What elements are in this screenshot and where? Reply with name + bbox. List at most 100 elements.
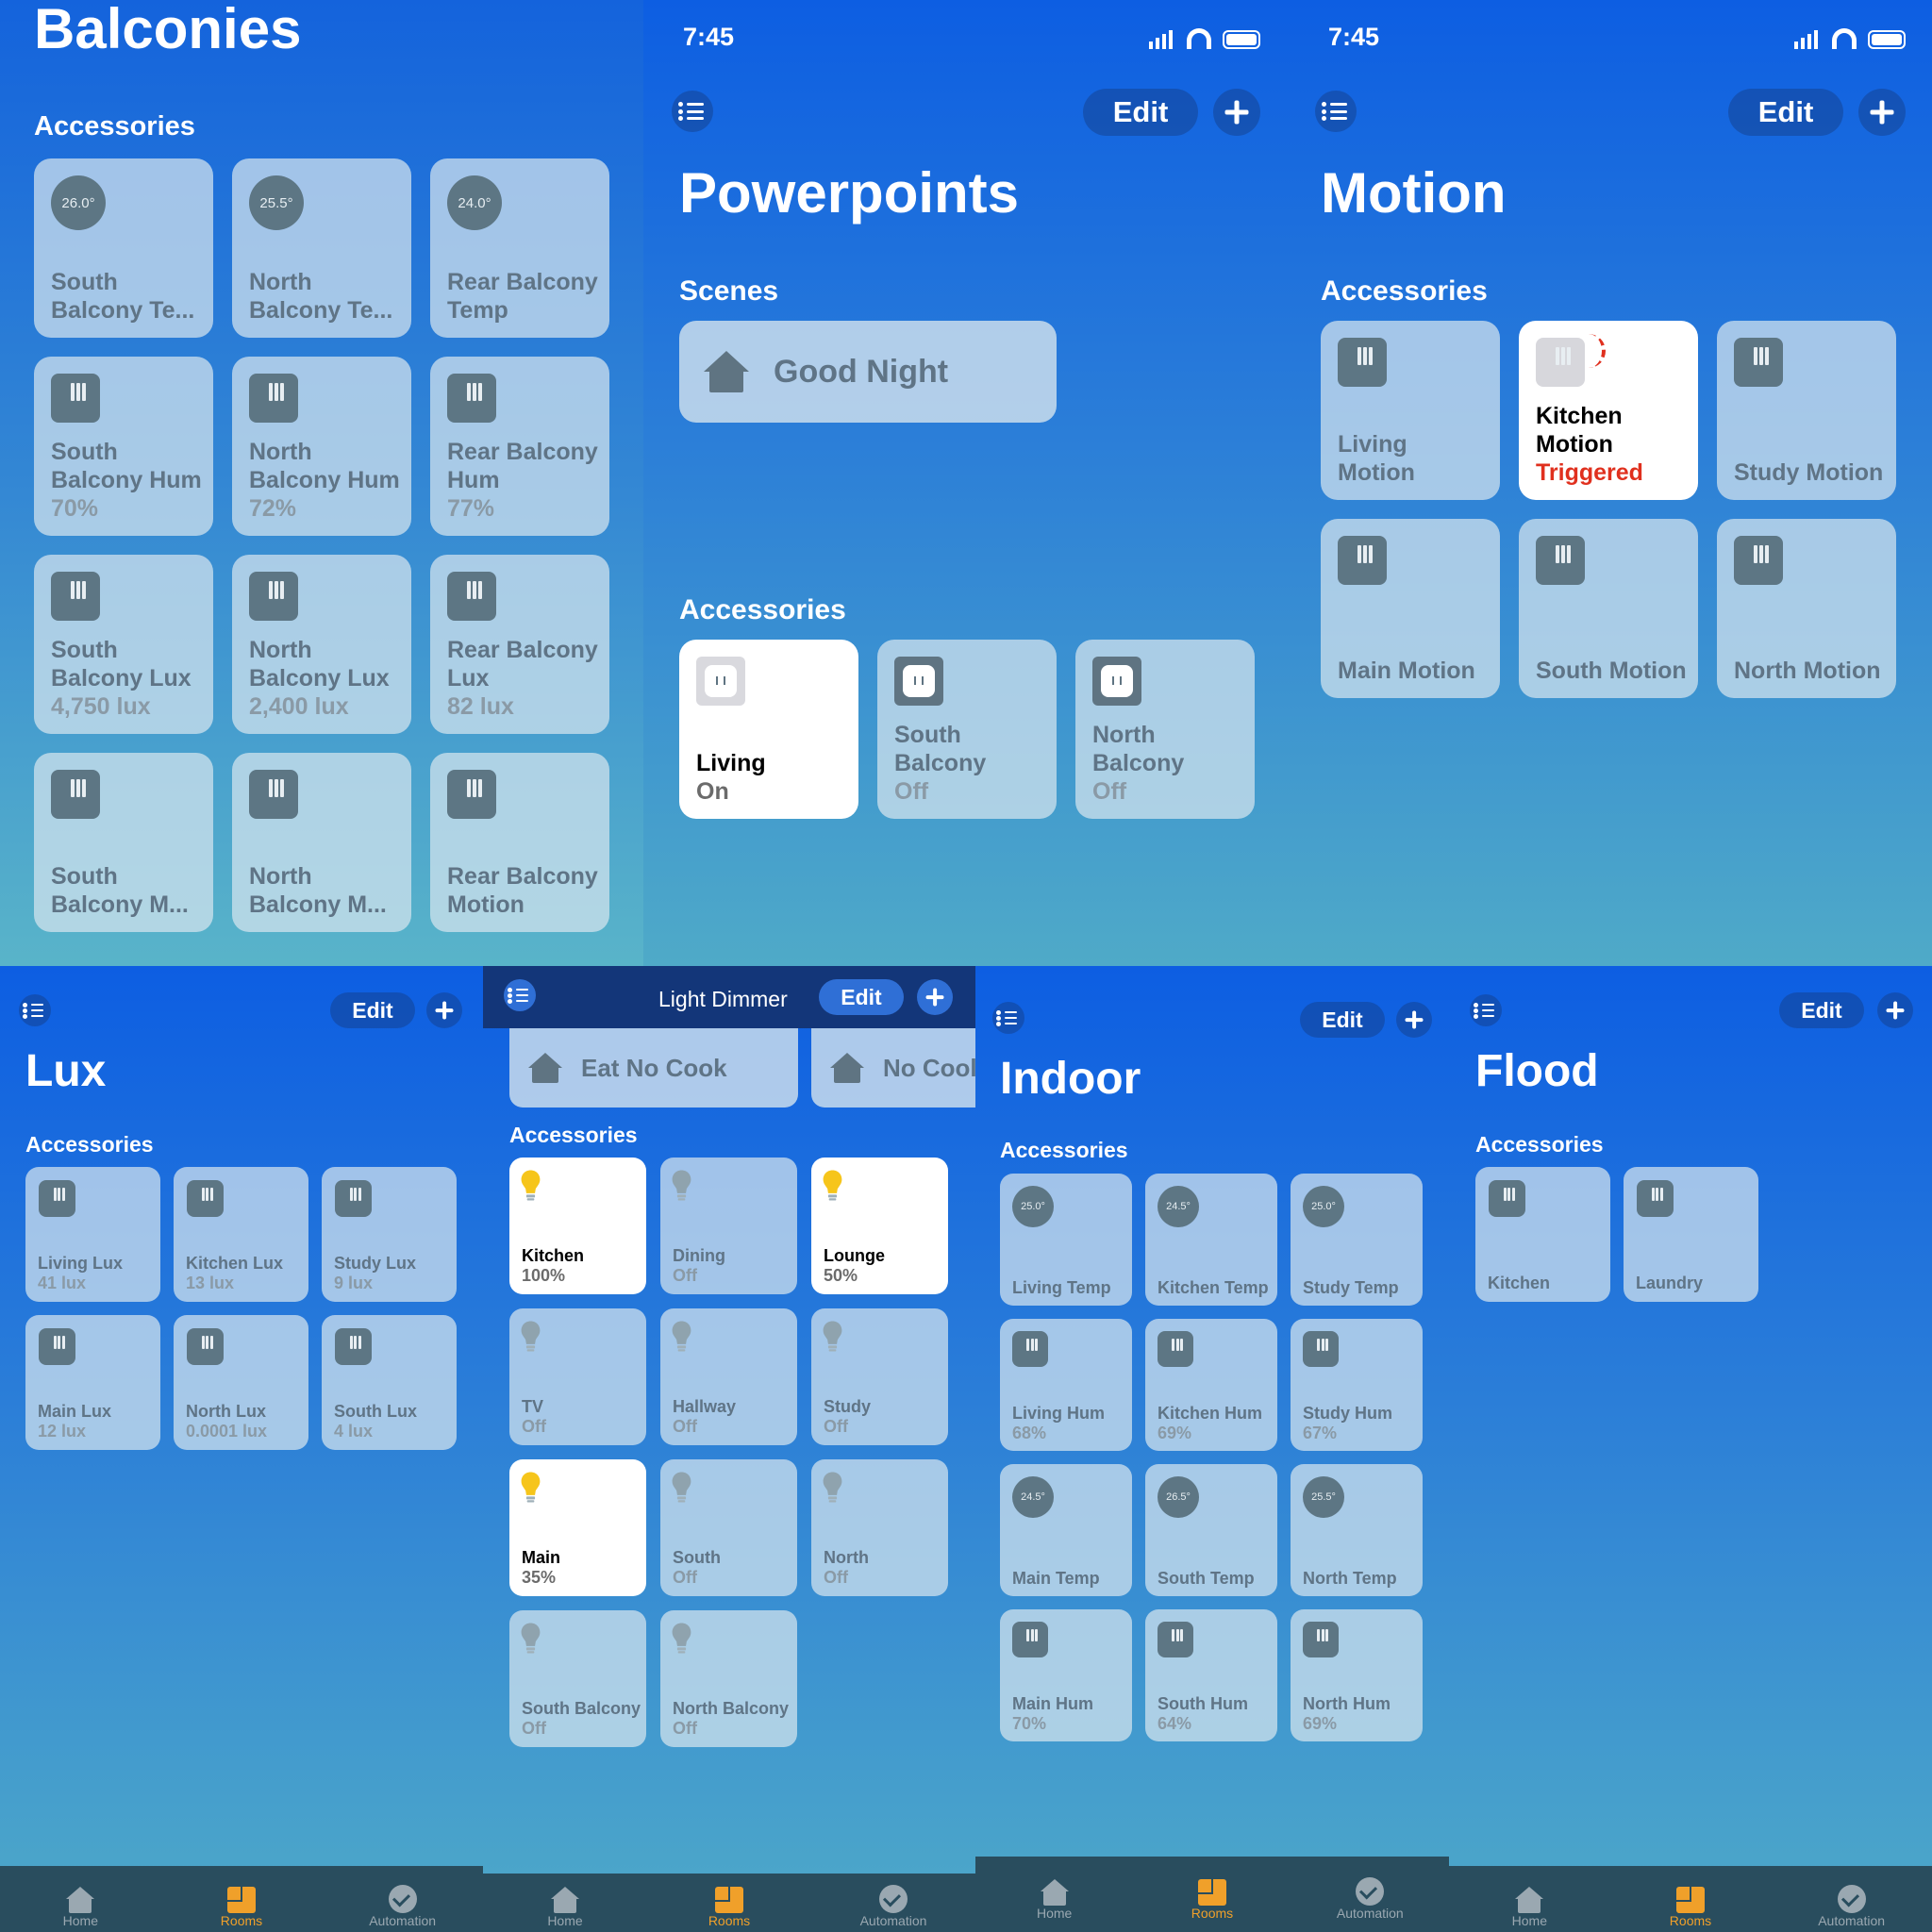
accessory-tile-north-hum[interactable]: North Hum 69% — [1291, 1609, 1423, 1741]
accessory-tile-study-temp[interactable]: 25.0° Study Temp — [1291, 1174, 1423, 1306]
add-button[interactable] — [1858, 89, 1906, 136]
thermometer-dial-icon: 24.5° — [1158, 1186, 1199, 1227]
accessory-tile-living[interactable]: Living On — [679, 640, 858, 819]
list-menu-icon[interactable] — [1470, 994, 1502, 1026]
accessory-status: 2,400 lux — [249, 693, 349, 720]
accessory-tile-main-hum[interactable]: Main Hum 70% — [1000, 1609, 1132, 1741]
accessory-tile-study-lux[interactable]: Study Lux 9 lux — [322, 1167, 457, 1302]
edit-button[interactable]: Edit — [1083, 89, 1198, 136]
accessory-text: North Balcony Off — [673, 1699, 791, 1740]
tab-automation[interactable]: Automation — [1772, 1885, 1931, 1932]
accessory-tile-living-lux[interactable]: Living Lux 41 lux — [25, 1167, 160, 1302]
accessory-tile-south-balcony[interactable]: South Balcony Off — [509, 1610, 646, 1747]
accessory-tile-south-lux[interactable]: South Lux 4 lux — [322, 1315, 457, 1450]
accessory-tile-hallway[interactable]: Hallway Off — [660, 1308, 797, 1445]
accessory-tile-rear-balcony-lux[interactable]: Rear Balcony Lux 82 lux — [430, 555, 609, 734]
scene-good-night[interactable]: Good Night — [679, 321, 1057, 423]
accessory-tile-north-balcony[interactable]: North Balcony Off — [1075, 640, 1255, 819]
list-menu-icon[interactable] — [19, 994, 51, 1026]
accessory-tile-north-balcony-hum[interactable]: North Balcony Hum 72% — [232, 357, 411, 536]
accessory-tile-kitchen-hum[interactable]: Kitchen Hum 69% — [1145, 1319, 1277, 1451]
accessory-tile-laundry[interactable]: Laundry — [1624, 1167, 1758, 1302]
accessory-tile-kitchen-motion[interactable]: Kitchen Motion Triggered — [1519, 321, 1698, 500]
status-time: 7:45 — [683, 23, 735, 51]
accessories-header: Accessories — [679, 594, 846, 625]
accessory-tile-north-balcony-te[interactable]: 25.5° North Balcony Te... — [232, 158, 411, 338]
tab-home[interactable]: Home — [1450, 1887, 1609, 1932]
edit-button[interactable]: Edit — [1779, 992, 1864, 1028]
accessory-tile-north-balcony-lux[interactable]: North Balcony Lux 2,400 lux — [232, 555, 411, 734]
accessory-tile-kitchen-temp[interactable]: 24.5° Kitchen Temp — [1145, 1174, 1277, 1306]
flood-screen: Edit Flood Accessories Home Rooms Automa… — [1449, 966, 1932, 1932]
accessory-tile-living-hum[interactable]: Living Hum 68% — [1000, 1319, 1132, 1451]
accessory-tile-living-motion[interactable]: Living Motion — [1321, 321, 1500, 500]
accessory-tile-rear-balcony-hum[interactable]: Rear Balcony Hum 77% — [430, 357, 609, 536]
accessory-tile-main[interactable]: Main 35% — [509, 1459, 646, 1596]
accessory-status: 82 lux — [447, 693, 514, 720]
accessory-status: Off — [522, 1417, 546, 1437]
accessory-tile-south-balcony-m[interactable]: South Balcony M... — [34, 753, 213, 932]
accessory-name: North Balcony Lux — [249, 637, 390, 691]
accessory-tile-study-hum[interactable]: Study Hum 67% — [1291, 1319, 1423, 1451]
accessory-tile-south-hum[interactable]: South Hum 64% — [1145, 1609, 1277, 1741]
accessory-tile-main-motion[interactable]: Main Motion — [1321, 519, 1500, 698]
edit-button[interactable]: Edit — [1300, 1002, 1385, 1038]
accessory-tile-south-balcony-te[interactable]: 26.0° South Balcony Te... — [34, 158, 213, 338]
tab-rooms[interactable]: Rooms — [162, 1887, 322, 1932]
accessory-tile-kitchen-lux[interactable]: Kitchen Lux 13 lux — [174, 1167, 308, 1302]
accessory-tile-kitchen[interactable]: Kitchen — [1475, 1167, 1610, 1302]
accessory-tile-north-temp[interactable]: 25.5° North Temp — [1291, 1464, 1423, 1596]
accessory-status: 13 lux — [186, 1274, 235, 1293]
accessory-tile-north-lux[interactable]: North Lux 0.0001 lux — [174, 1315, 308, 1450]
edit-button[interactable]: Edit — [330, 992, 415, 1028]
scene-no-cool[interactable]: No Cool — [811, 1028, 975, 1108]
accessory-tile-rear-balcony-temp[interactable]: 24.0° Rear Balcony Temp — [430, 158, 609, 338]
accessory-tile-north-motion[interactable]: North Motion — [1717, 519, 1896, 698]
accessory-tile-north-balcony[interactable]: North Balcony Off — [660, 1610, 797, 1747]
accessory-text: Lounge 50% — [824, 1246, 942, 1287]
tab-home[interactable]: Home — [484, 1887, 646, 1932]
accessory-name: Study Hum — [1303, 1403, 1393, 1423]
list-menu-icon[interactable] — [992, 1002, 1024, 1034]
accessory-tile-living-temp[interactable]: 25.0° Living Temp — [1000, 1174, 1132, 1306]
accessory-tile-south[interactable]: South Off — [660, 1459, 797, 1596]
add-button[interactable] — [426, 992, 462, 1028]
list-menu-icon[interactable] — [1315, 91, 1357, 132]
accessory-tile-south-balcony-lux[interactable]: South Balcony Lux 4,750 lux — [34, 555, 213, 734]
accessory-tile-north[interactable]: North Off — [811, 1459, 948, 1596]
add-button[interactable] — [1396, 1002, 1432, 1038]
tab-automation[interactable]: Automation — [812, 1885, 974, 1932]
accessory-tile-tv[interactable]: TV Off — [509, 1308, 646, 1445]
accessory-tile-north-balcony-m[interactable]: North Balcony M... — [232, 753, 411, 932]
tab-home[interactable]: Home — [1, 1887, 160, 1932]
tab-rooms[interactable]: Rooms — [1134, 1879, 1291, 1924]
tab-automation[interactable]: Automation — [323, 1885, 482, 1932]
add-button[interactable] — [1877, 992, 1913, 1028]
accessory-tile-study-motion[interactable]: Study Motion — [1717, 321, 1896, 500]
accessory-tile-south-balcony-hum[interactable]: South Balcony Hum 70% — [34, 357, 213, 536]
accessory-tile-lounge[interactable]: Lounge 50% — [811, 1158, 948, 1294]
tab-automation[interactable]: Automation — [1291, 1877, 1448, 1924]
scene-eat-no-cook[interactable]: Eat No Cook — [509, 1028, 798, 1108]
accessory-tile-south-temp[interactable]: 26.5° South Temp — [1145, 1464, 1277, 1596]
add-button[interactable] — [917, 979, 953, 1015]
accessory-name: Living Motion — [1338, 431, 1415, 486]
add-button[interactable] — [1213, 89, 1260, 136]
edit-button[interactable]: Edit — [1728, 89, 1843, 136]
accessory-tile-main-lux[interactable]: Main Lux 12 lux — [25, 1315, 160, 1450]
accessory-tile-south-motion[interactable]: South Motion — [1519, 519, 1698, 698]
temperature-reading: 24.5° — [1021, 1491, 1045, 1503]
accessory-tile-kitchen[interactable]: Kitchen 100% — [509, 1158, 646, 1294]
accessory-name: North — [824, 1547, 869, 1567]
accessory-tile-study[interactable]: Study Off — [811, 1308, 948, 1445]
tab-home[interactable]: Home — [976, 1879, 1133, 1924]
list-menu-icon[interactable] — [504, 979, 536, 1011]
edit-button[interactable]: Edit — [819, 979, 904, 1015]
tab-rooms[interactable]: Rooms — [1611, 1887, 1771, 1932]
accessory-tile-dining[interactable]: Dining Off — [660, 1158, 797, 1294]
list-menu-icon[interactable] — [672, 91, 713, 132]
accessory-tile-rear-balcony-motion[interactable]: Rear Balcony Motion — [430, 753, 609, 932]
tab-rooms[interactable]: Rooms — [648, 1887, 810, 1932]
accessory-tile-south-balcony[interactable]: South Balcony Off — [877, 640, 1057, 819]
accessory-tile-main-temp[interactable]: 24.5° Main Temp — [1000, 1464, 1132, 1596]
